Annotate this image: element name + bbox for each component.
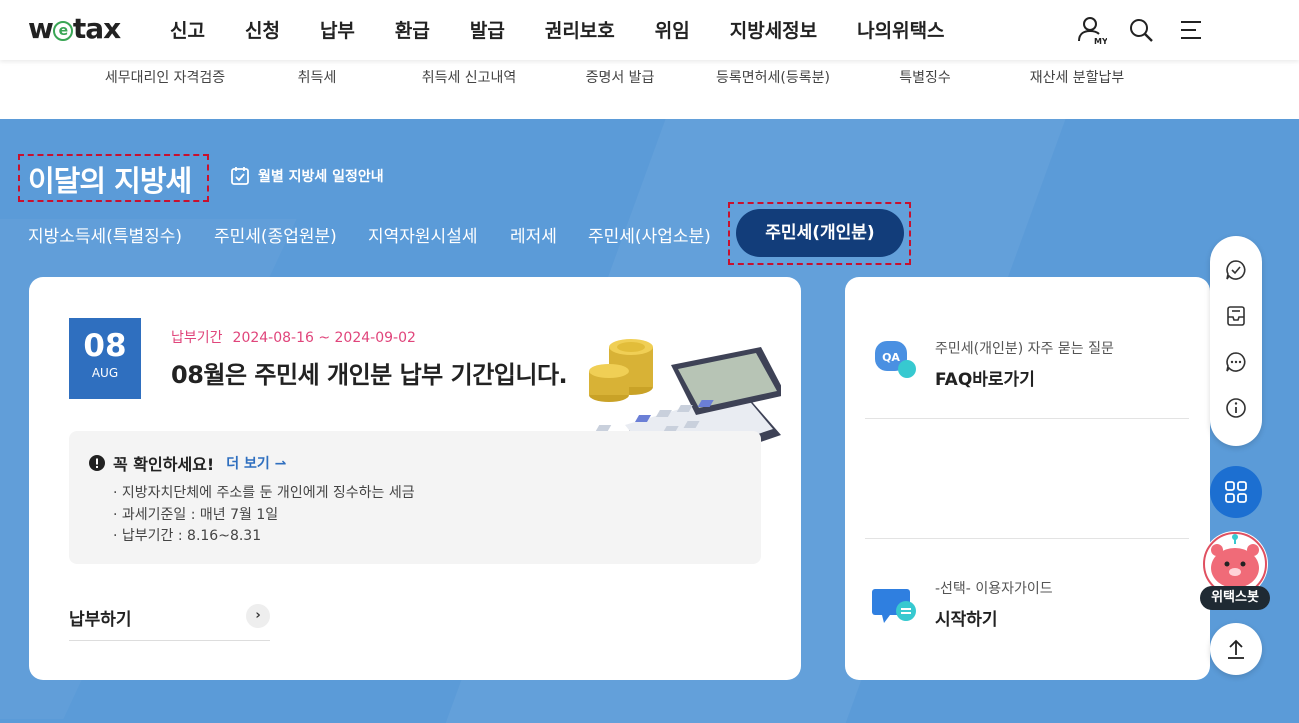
pay-now-label: 납부하기 <box>69 610 132 630</box>
faq-subtitle: 주민세(개인분) 자주 묻는 질문 <box>935 341 1114 357</box>
sub-nav-item[interactable]: 취득세 <box>298 67 337 87</box>
apps-grid-button[interactable] <box>1210 466 1262 518</box>
tab-item[interactable]: 레저세 <box>510 222 557 247</box>
inbox-icon[interactable] <box>1224 304 1248 328</box>
wetax-logo[interactable]: w e tax <box>28 12 121 45</box>
nav-item[interactable]: 신청 <box>225 16 300 43</box>
info-icon[interactable] <box>1224 396 1248 420</box>
nav-item[interactable]: 나의위택스 <box>837 16 964 43</box>
period-value: 2024-08-16 ~ 2024-09-02 <box>232 330 416 346</box>
notice-list: 지방자치단체에 주소를 둔 개인에게 징수하는 세금 과세기준일 : 매년 7월… <box>113 483 415 548</box>
nav-item[interactable]: 위임 <box>635 16 710 43</box>
sub-nav-item[interactable]: 취득세 신고내역 <box>422 67 517 87</box>
sub-nav-item[interactable]: 재산세 분할납부 <box>1030 67 1125 87</box>
chat-bubble-icon[interactable] <box>1224 350 1248 374</box>
date-day: 08 <box>83 328 127 364</box>
faq-shortcut[interactable]: QA 주민세(개인분) 자주 묻는 질문 FAQ바로가기 <box>865 277 1189 417</box>
my-badge: MY <box>1094 37 1107 46</box>
notice-item: 지방자치단체에 주소를 둔 개인에게 징수하는 세금 <box>113 483 415 505</box>
nav-item[interactable]: 권리보호 <box>525 16 635 43</box>
monthly-schedule-link[interactable]: 월별 지방세 일정안내 <box>230 166 384 186</box>
qa-badge: QA <box>882 351 900 364</box>
arrow-right-icon: ⇀ <box>274 456 287 472</box>
menu-icon[interactable] <box>1176 14 1208 46</box>
nav-item[interactable]: 신고 <box>150 16 225 43</box>
chatbot-label: 위택스봇 <box>1200 586 1270 610</box>
divider <box>865 418 1189 419</box>
nav-item[interactable]: 납부 <box>300 16 375 43</box>
notice-header: 꼭 확인하세요! 더 보기 ⇀ <box>89 451 286 475</box>
section-title: 이달의 지방세 <box>28 164 192 198</box>
tab-item[interactable]: 지역자원시설세 <box>368 222 477 247</box>
sub-nav-item[interactable]: 증명서 발급 <box>586 67 655 87</box>
site-header: w e tax 신고 신청 납부 환급 발급 권리보호 위임 지방세정보 나의위택스… <box>0 0 1299 60</box>
nav-item[interactable]: 환급 <box>375 16 450 43</box>
sub-nav-item[interactable]: 등록면허세(등록분) <box>716 67 830 87</box>
sub-nav-item[interactable]: 특별징수 <box>899 67 951 87</box>
notice-box: 꼭 확인하세요! 더 보기 ⇀ 지방자치단체에 주소를 둔 개인에게 징수하는 … <box>69 431 761 564</box>
quick-menu <box>1210 236 1262 446</box>
sub-nav: 세무대리인 자격검증 취득세 취득세 신고내역 증명서 발급 등록면허세(등록분… <box>0 60 1299 119</box>
guide-title: 시작하기 <box>935 610 998 630</box>
sub-nav-item[interactable]: 세무대리인 자격검증 <box>105 67 225 87</box>
date-month: AUG <box>91 366 119 380</box>
schedule-link-label: 월별 지방세 일정안내 <box>258 169 384 185</box>
tab-item[interactable]: 주민세(종업원분) <box>214 222 337 247</box>
notice-item: 과세기준일 : 매년 7월 1일 <box>113 505 415 527</box>
tab-item[interactable]: 주민세(사업소분) <box>588 222 711 247</box>
apps-grid-icon <box>1225 481 1247 503</box>
nav-item[interactable]: 지방세정보 <box>710 16 837 43</box>
my-page-icon[interactable]: MY <box>1075 14 1108 46</box>
exclamation-icon <box>89 455 105 471</box>
chat-check-icon[interactable] <box>1224 258 1248 282</box>
nav-item[interactable]: 발급 <box>450 16 525 43</box>
guide-subtitle: -선택- 이용자가이드 <box>935 581 1053 597</box>
pay-now-link[interactable]: 납부하기 › <box>69 601 270 641</box>
chevron-right-icon: › <box>246 604 270 628</box>
tab-item[interactable]: 지방소득세(특별징수) <box>28 222 182 247</box>
tab-active[interactable]: 주민세(개인분) <box>736 209 904 257</box>
user-guide-shortcut[interactable]: -선택- 이용자가이드 시작하기 <box>865 539 1189 679</box>
payment-period: 납부기간 2024-08-16 ~ 2024-09-02 <box>171 327 416 347</box>
main-nav: 신고 신청 납부 환급 발급 권리보호 위임 지방세정보 나의위택스 <box>150 16 965 43</box>
faq-title: FAQ바로가기 <box>935 370 1035 390</box>
qa-icon: QA <box>875 341 916 378</box>
card-headline: 08월은 주민세 개인분 납부 기간입니다. <box>171 361 568 389</box>
date-badge: 08 AUG <box>69 318 141 399</box>
period-label: 납부기간 <box>171 330 223 346</box>
notice-more-link[interactable]: 더 보기 ⇀ <box>226 453 286 473</box>
chatbot-icon <box>1202 531 1268 597</box>
calendar-check-icon <box>231 167 249 185</box>
notice-item: 납부기간 : 8.16~8.31 <box>113 526 415 548</box>
shortcut-card: QA 주민세(개인분) 자주 묻는 질문 FAQ바로가기 -선택- 이용자가이드… <box>845 277 1210 680</box>
notice-more-label: 더 보기 <box>226 456 270 472</box>
tax-info-card: 08 AUG 납부기간 2024-08-16 ~ 2024-09-02 08월은 … <box>29 277 801 680</box>
notice-title: 꼭 확인하세요! <box>113 455 215 474</box>
scroll-top-button[interactable] <box>1210 623 1262 675</box>
monitor-guide-icon <box>872 589 916 623</box>
scroll-top-icon <box>1228 639 1244 659</box>
search-icon[interactable] <box>1125 14 1157 46</box>
